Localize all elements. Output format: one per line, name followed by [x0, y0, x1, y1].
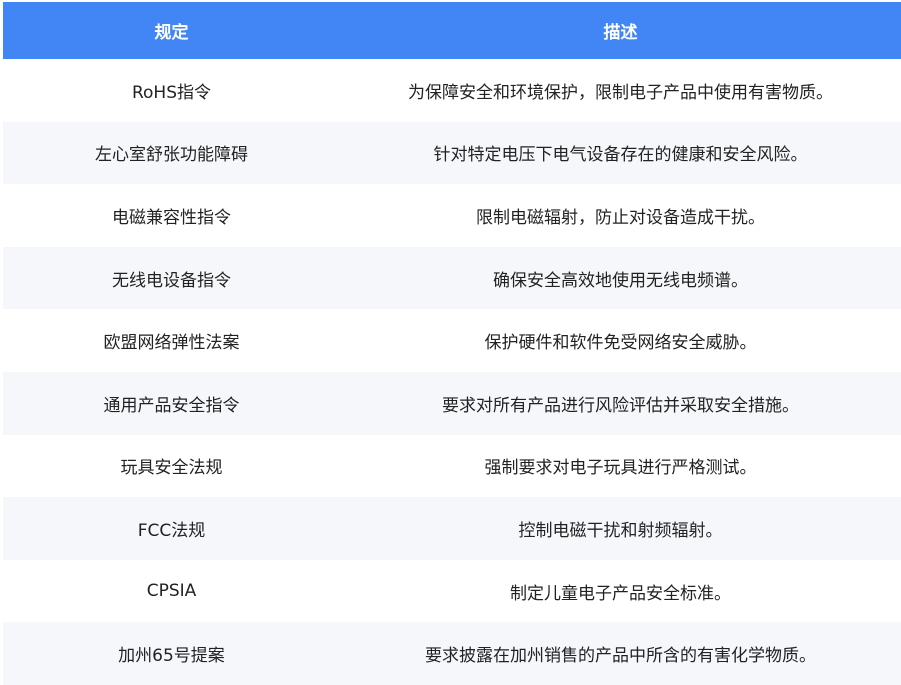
- description-cell: 针对特定电压下电气设备存在的健康和安全风险。: [433, 145, 808, 166]
- table-row: CPSIA 制定儿童电子产品安全标准。: [3, 560, 901, 623]
- regulation-cell: RoHS指令: [131, 82, 212, 103]
- table-row: 欧盟网络弹性法案 保护硬件和软件免受网络安全威胁。: [3, 309, 901, 372]
- description-cell: 确保安全高效地使用无线电频谱。: [493, 270, 748, 291]
- table-row: 无线电设备指令 确保安全高效地使用无线电频谱。: [3, 246, 901, 310]
- description-cell: 控制电磁干扰和射频辐射。: [518, 520, 723, 541]
- description-cell: 要求对所有产品进行风险评估并采取安全措施。: [442, 395, 799, 416]
- regulation-cell: 电磁兼容性指令: [112, 207, 231, 228]
- table-row: FCC法规 控制电磁干扰和射频辐射。: [3, 497, 901, 560]
- regulation-cell: FCC法规: [137, 520, 206, 541]
- description-cell: 制定儿童电子产品安全标准。: [510, 583, 731, 604]
- regulation-cell: CPSIA: [146, 581, 197, 602]
- regulation-cell: 欧盟网络弹性法案: [103, 333, 240, 354]
- table-row: 左心室舒张功能障碍 针对特定电压下电气设备存在的健康和安全风险。: [3, 121, 901, 185]
- regulation-cell: 通用产品安全指令: [103, 395, 240, 416]
- header-regulation: 规定: [154, 23, 189, 43]
- table-row: 加州65号提案 要求披露在加州销售的产品中所含的有害化学物质。: [3, 622, 901, 685]
- description-cell: 强制要求对电子玩具进行严格测试。: [484, 458, 757, 479]
- regulations-table: 规定 描述 RoHS指令 为保障安全和环境保护，限制电子产品中使用有害物质。 左…: [3, 2, 901, 685]
- description-cell: 限制电磁辐射，防止对设备造成干扰。: [476, 207, 765, 228]
- description-cell: 要求披露在加州销售的产品中所含的有害化学物质。: [425, 646, 816, 667]
- regulation-cell: 玩具安全法规: [120, 458, 223, 479]
- regulation-cell: 左心室舒张功能障碍: [95, 145, 248, 166]
- regulation-cell: 无线电设备指令: [112, 270, 231, 291]
- table-header: 规定 描述: [3, 2, 901, 59]
- description-cell: 保护硬件和软件免受网络安全威胁。: [484, 333, 757, 354]
- header-description: 描述: [603, 23, 638, 43]
- regulation-cell: 加州65号提案: [118, 646, 225, 667]
- table-row: RoHS指令 为保障安全和环境保护，限制电子产品中使用有害物质。: [3, 59, 901, 122]
- table-row: 通用产品安全指令 要求对所有产品进行风险评估并采取安全措施。: [3, 371, 901, 435]
- table-row: 玩具安全法规 强制要求对电子玩具进行严格测试。: [3, 435, 901, 498]
- table-row: 电磁兼容性指令 限制电磁辐射，防止对设备造成干扰。: [3, 184, 901, 247]
- description-cell: 为保障安全和环境保护，限制电子产品中使用有害物质。: [408, 82, 833, 103]
